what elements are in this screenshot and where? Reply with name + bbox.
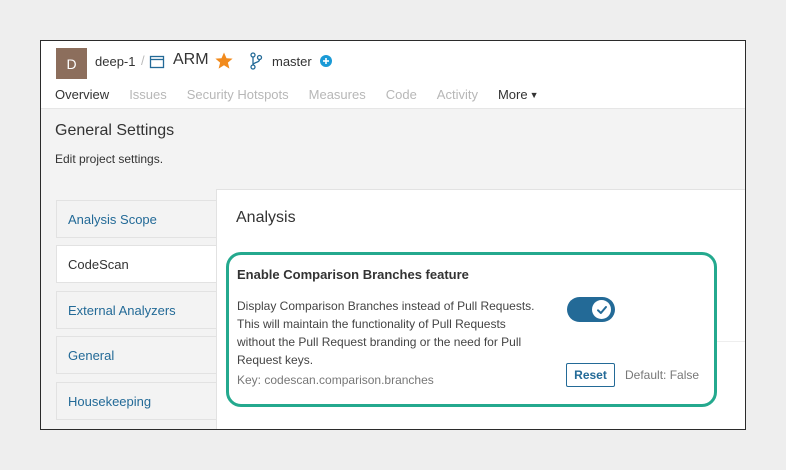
tab-security-hotspots[interactable]: Security Hotspots <box>187 87 289 102</box>
setting-description: Display Comparison Branches instead of P… <box>237 299 535 367</box>
tab-more[interactable]: More ▼ <box>498 87 539 102</box>
breadcrumb-separator: / <box>141 53 145 68</box>
sidebar-item-label: Housekeeping <box>68 393 152 409</box>
favorite-star-icon[interactable] <box>214 51 234 71</box>
tab-code[interactable]: Code <box>386 87 417 102</box>
sidebar-item-general[interactable]: General <box>56 336 216 374</box>
caret-down-icon: ▼ <box>529 90 539 100</box>
tab-measures[interactable]: Measures <box>309 87 366 102</box>
sidebar-item-analysis-scope[interactable]: Analysis Scope <box>56 200 216 238</box>
branch-name[interactable]: master <box>272 54 312 69</box>
setting-key: Key: codescan.comparison.branches <box>237 373 434 387</box>
tab-issues[interactable]: Issues <box>129 87 167 102</box>
project-icon <box>149 55 165 69</box>
tab-more-label: More <box>497 87 528 102</box>
comparison-branches-toggle[interactable] <box>567 297 615 322</box>
branch-icon <box>250 52 263 70</box>
tab-overview[interactable]: Overview <box>55 87 109 102</box>
page-title: General Settings <box>55 122 175 139</box>
page-description: Edit project settings. <box>55 152 164 166</box>
add-branch-icon[interactable] <box>320 55 332 67</box>
check-icon <box>596 305 607 314</box>
breadcrumb-org[interactable]: deep-1 <box>95 54 135 69</box>
setting-card: Enable Comparison Branches feature Displ… <box>226 252 717 407</box>
sidebar-item-external-analyzers[interactable]: External Analyzers <box>56 291 216 329</box>
sidebar-item-label: General <box>68 347 115 363</box>
sidebar-item-label: CodeScan <box>68 256 129 272</box>
tab-activity[interactable]: Activity <box>437 87 478 102</box>
section-title: Analysis <box>236 209 296 226</box>
org-avatar[interactable]: D <box>56 48 87 79</box>
sidebar-item-label: External Analyzers <box>68 302 176 318</box>
settings-panel: Analysis Enable Comparison Branches feat… <box>216 189 745 429</box>
project-nav: Overview Issues Security Hotspots Measur… <box>55 87 559 102</box>
sidebar-item-codescan[interactable]: CodeScan <box>56 245 216 283</box>
project-header: D deep-1 / ARM master Overview Issues Se… <box>41 41 745 109</box>
row-divider <box>717 341 745 342</box>
default-value: Default: False <box>625 368 700 382</box>
toggle-knob <box>592 300 611 319</box>
breadcrumb-project[interactable]: ARM <box>173 51 209 69</box>
app-window: D deep-1 / ARM master Overview Issues Se… <box>40 40 746 430</box>
reset-button[interactable]: Reset <box>566 363 615 387</box>
sidebar-item-housekeeping[interactable]: Housekeeping <box>56 382 216 420</box>
setting-title: Enable Comparison Branches feature <box>237 267 469 282</box>
sidebar-item-label: Analysis Scope <box>68 211 157 227</box>
